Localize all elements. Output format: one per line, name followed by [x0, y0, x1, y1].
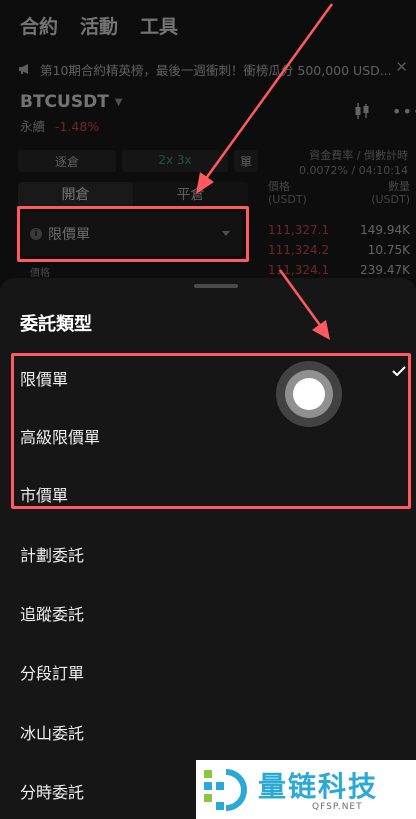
annotation-box-order-type	[17, 206, 249, 262]
nav-tab-contract[interactable]: 合約	[20, 12, 58, 39]
announcement-banner[interactable]: 第10期合約精英榜，最後一週衝刺！衝榜瓜分 500,000 USD... ✕	[18, 58, 410, 80]
option-scaled-order[interactable]: 分段訂單	[0, 642, 416, 700]
funding-rate: 資金費率 / 倒數計時 0.0072% / 04:10:14	[299, 148, 408, 178]
touch-indicator	[276, 361, 342, 427]
close-icon[interactable]: ✕	[395, 58, 408, 76]
orderbook-row[interactable]: 111,324.2 10.75K	[268, 240, 410, 260]
candlestick-chart-icon[interactable]	[355, 102, 369, 120]
nav-tab-activity[interactable]: 活動	[80, 12, 118, 39]
pair-subinfo: 永續 -1.48%	[20, 116, 99, 135]
watermark: 量链科技 QFSP.NET	[196, 760, 416, 819]
ask-qty: 10.75K	[367, 243, 410, 257]
orderbook-row[interactable]: 111,324.1 239.47K	[268, 260, 410, 280]
margin-mode-button[interactable]: 逐倉	[18, 150, 116, 172]
pair-type: 永續	[20, 119, 46, 134]
ask-qty: 239.47K	[360, 263, 410, 277]
banner-text: 第10期合約精英榜，最後一週衝刺！衝榜瓜分 500,000 USD...	[40, 62, 392, 78]
sheet-drag-handle[interactable]	[194, 284, 238, 288]
option-label: 冰山委託	[20, 724, 85, 743]
pair-symbol: BTCUSDT	[20, 92, 109, 112]
position-mode-button[interactable]: 單	[234, 150, 258, 172]
ask-qty: 149.94K	[360, 223, 410, 237]
pair-selector[interactable]: BTCUSDT ▼	[20, 92, 123, 112]
touch-core	[293, 378, 325, 410]
order-type-sheet: 委託類型 限價單 高級限價單 市價單 計劃委託 追蹤委託 分段訂單 冰山委託 分…	[0, 278, 416, 819]
orderbook-qty-header: 數量	[388, 180, 410, 193]
watermark-name: 量链科技	[258, 770, 379, 803]
leverage-button[interactable]: 2x 3x	[122, 150, 228, 172]
ask-price: 111,327.1	[268, 223, 330, 237]
sheet-title: 委託類型	[20, 314, 92, 335]
funding-value: 0.0072% / 04:10:14	[298, 164, 408, 177]
option-label: 計劃委託	[20, 546, 85, 565]
watermark-url: QFSP.NET	[312, 802, 363, 812]
tab-open[interactable]: 開倉	[18, 182, 133, 208]
tab-close[interactable]: 平倉	[133, 182, 248, 208]
chevron-down-icon: ▼	[114, 96, 123, 108]
megaphone-icon	[19, 64, 28, 74]
ask-price: 111,324.1	[268, 263, 330, 277]
price-change: -1.48%	[55, 119, 100, 134]
open-close-tabs: 開倉 平倉	[18, 182, 248, 208]
more-options-icon[interactable]: •••	[392, 102, 416, 121]
option-trigger-order[interactable]: 計劃委託	[0, 524, 416, 582]
top-nav: 合約 活動 工具	[20, 12, 178, 39]
option-trailing-order[interactable]: 追蹤委託	[0, 583, 416, 641]
orderbook-price-header: 價格	[268, 180, 290, 193]
annotation-box-options	[11, 353, 411, 509]
watermark-logo-icon	[204, 769, 247, 811]
mode-bar: 逐倉 2x 3x 單	[18, 150, 258, 172]
option-iceberg-order[interactable]: 冰山委託	[0, 702, 416, 760]
nav-tab-tools[interactable]: 工具	[140, 12, 178, 39]
orderbook-row[interactable]: 111,327.1 149.94K	[268, 220, 410, 240]
funding-label: 資金費率 / 倒數計時	[309, 149, 408, 162]
option-label: 追蹤委託	[20, 605, 85, 624]
price-field-label: 價格	[30, 268, 50, 279]
option-label: 分時委託	[20, 783, 85, 802]
orderbook-asks: 111,327.1 149.94K 111,324.2 10.75K 111,3…	[268, 220, 410, 280]
orderbook-qty-unit: (USDT)	[371, 193, 410, 206]
ask-price: 111,324.2	[268, 243, 330, 257]
option-label: 分段訂單	[20, 664, 85, 683]
orderbook-header: 價格 (USDT) 數量 (USDT)	[268, 180, 410, 206]
orderbook-price-unit: (USDT)	[268, 193, 307, 206]
